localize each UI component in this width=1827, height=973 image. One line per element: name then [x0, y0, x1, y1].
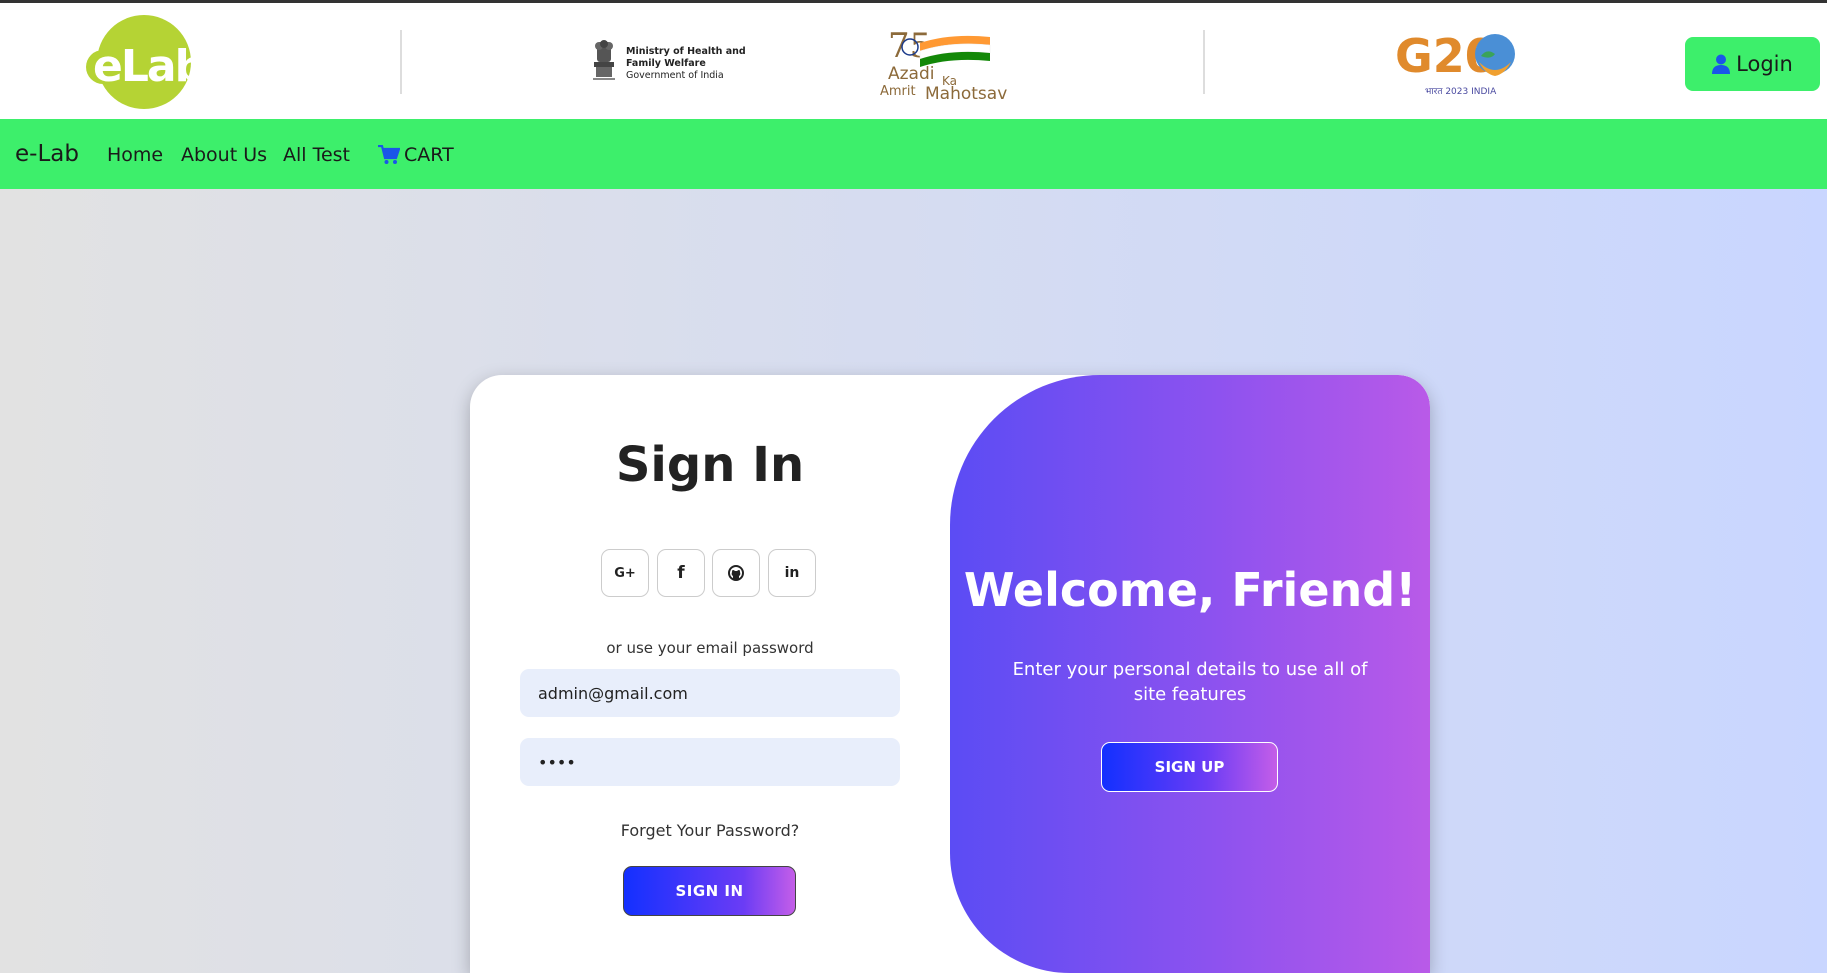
nav-home[interactable]: Home — [107, 144, 163, 166]
g20-logo: G20 भारत 2023 INDIA — [1395, 29, 1515, 97]
signup-button[interactable]: SIGN UP — [1101, 742, 1278, 792]
facebook-button[interactable]: f — [657, 549, 705, 597]
forgot-password-link[interactable]: Forget Your Password? — [470, 821, 950, 840]
amrit-text: Amrit — [880, 84, 916, 99]
email-value: admin@gmail.com — [538, 683, 688, 703]
ministry-logo: Ministry of Health and Family Welfare Go… — [588, 38, 746, 86]
g20-subtext: भारत 2023 INDIA — [1425, 87, 1497, 97]
nav-cart[interactable]: CART — [378, 144, 454, 166]
logo-bar: eLab Ministry of Health and Family Welfa… — [0, 3, 1827, 119]
signin-pane: Sign In G+ f in or use your email passwo… — [470, 375, 950, 973]
auth-card: Sign In G+ f in or use your email passwo… — [470, 375, 1430, 973]
welcome-title: Welcome, Friend! — [963, 563, 1417, 617]
navbar-brand[interactable]: e-Lab — [15, 141, 79, 167]
azadi-text: Azadi — [888, 64, 934, 84]
emblem-icon — [593, 40, 615, 80]
welcome-pane: Welcome, Friend! Enter your personal det… — [950, 375, 1430, 973]
signin-title: Sign In — [615, 437, 805, 493]
ministry-text: Ministry of Health and Family Welfare Go… — [626, 46, 746, 82]
cart-label: CART — [404, 144, 454, 166]
password-field[interactable]: •••• — [520, 738, 900, 786]
google-plus-button[interactable]: G+ — [601, 549, 649, 597]
google-plus-icon: G+ — [614, 565, 636, 581]
welcome-description: Enter your personal details to use all o… — [1012, 659, 1368, 705]
login-label: Login — [1736, 52, 1793, 76]
separator — [1203, 30, 1205, 94]
linkedin-icon: in — [784, 565, 800, 581]
nav-all-test[interactable]: All Test — [283, 144, 350, 166]
ministry-line2: Family Welfare — [626, 58, 706, 69]
ministry-line3: Government of India — [626, 70, 724, 81]
cart-icon — [378, 145, 400, 164]
navbar: e-Lab Home About Us All Test CART — [0, 119, 1827, 189]
password-value: •••• — [538, 752, 576, 772]
mahotsav-text: Mahotsav — [925, 84, 1007, 104]
elab-logo[interactable]: eLab — [81, 15, 209, 109]
email-field[interactable]: admin@gmail.com — [520, 669, 900, 717]
nav-about-us[interactable]: About Us — [181, 144, 267, 166]
user-icon — [1712, 54, 1731, 74]
github-button[interactable] — [712, 549, 760, 597]
linkedin-button[interactable]: in — [768, 549, 816, 597]
login-button[interactable]: Login — [1685, 37, 1820, 91]
elab-logo-text: eLab — [93, 41, 205, 92]
separator — [400, 30, 402, 94]
github-icon — [728, 565, 744, 581]
alt-login-text: or use your email password — [606, 639, 814, 657]
signin-button[interactable]: SIGN IN — [623, 866, 796, 916]
facebook-icon: f — [677, 563, 685, 583]
azadi-ka-amrit-mahotsav-logo: 75 Azadi Ka Amrit Mahotsav — [880, 26, 1007, 104]
ministry-line1: Ministry of Health and — [626, 46, 746, 57]
